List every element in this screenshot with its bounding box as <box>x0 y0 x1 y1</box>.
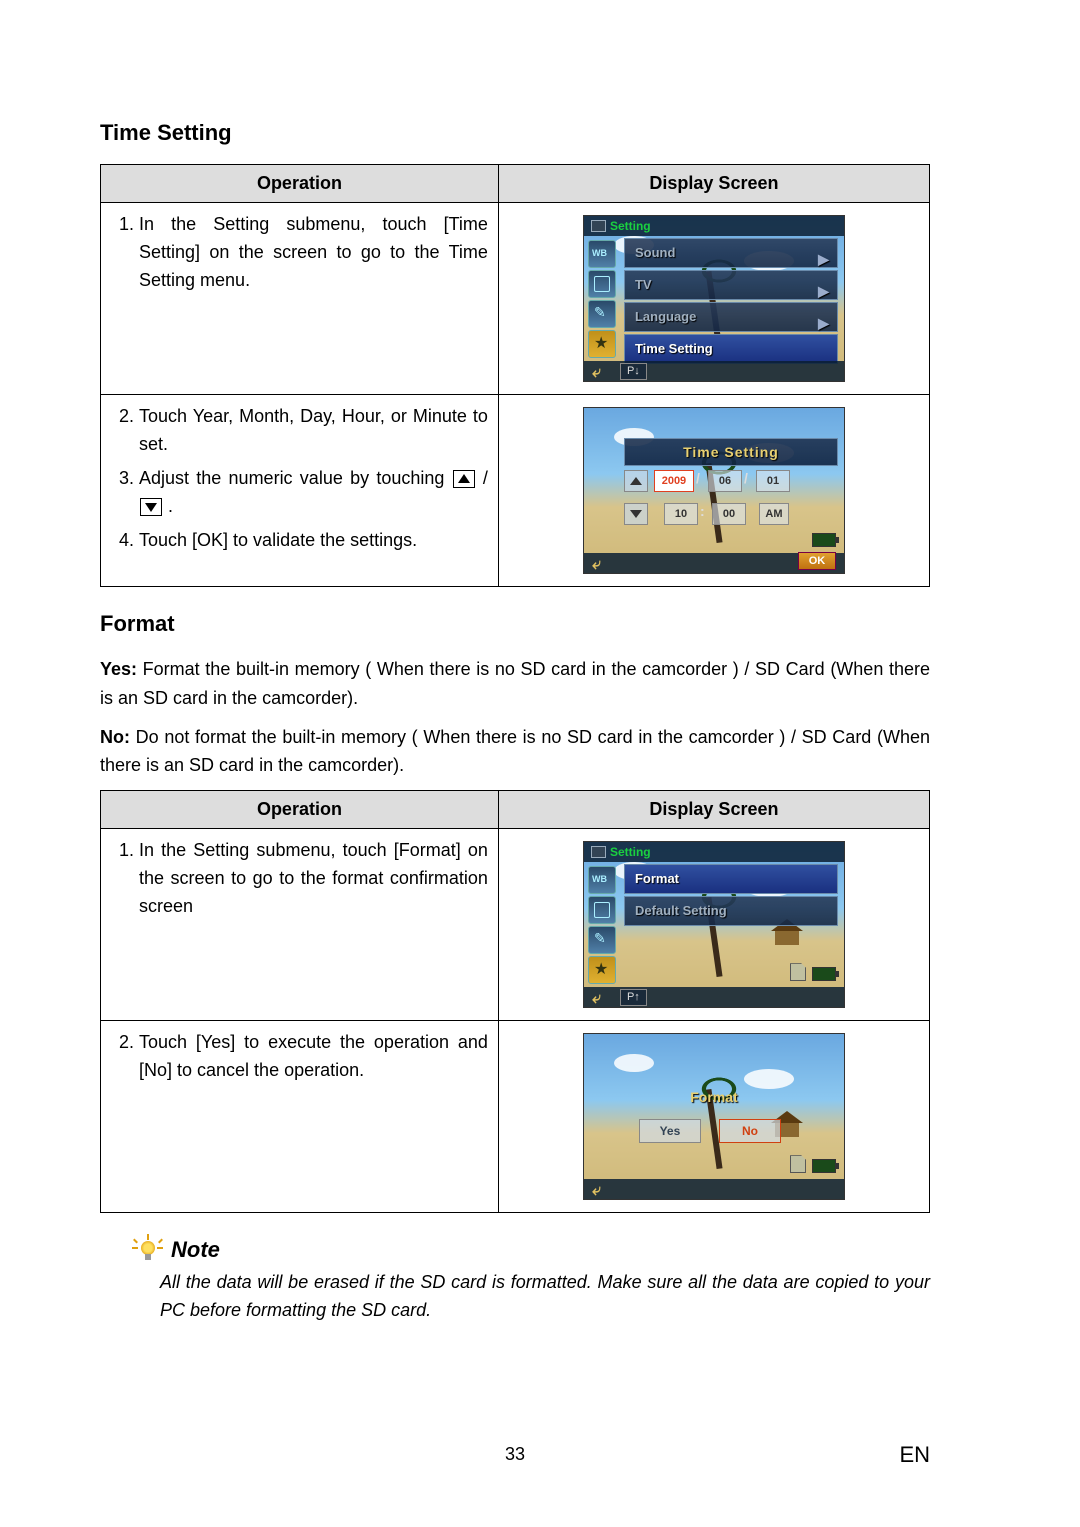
wb-icon <box>588 240 616 268</box>
minute-field[interactable]: 00 <box>712 503 746 525</box>
table-time-setting: Operation Display Screen In the Setting … <box>100 164 930 587</box>
screenshot-setting-menu: Setting Sound▶ TV▶ Language▶ Time Settin… <box>583 215 845 382</box>
fmt-step-1: In the Setting submenu, touch [Format] o… <box>139 837 488 921</box>
down-arrow-icon <box>140 498 162 516</box>
fmt-step-2: Touch [Yes] to execute the operation and… <box>139 1029 488 1085</box>
menu-item-format[interactable]: Format <box>624 864 838 894</box>
note-heading: Note <box>135 1237 930 1263</box>
th-display-screen: Display Screen <box>498 165 929 203</box>
effect-icon <box>588 300 616 328</box>
year-field[interactable]: 2009 <box>654 470 694 492</box>
sdcard-icon <box>790 963 806 981</box>
note-text: All the data will be erased if the SD ca… <box>160 1269 930 1325</box>
chevron-right-icon: ▶ <box>818 309 829 337</box>
menu-item-language[interactable]: Language▶ <box>624 302 838 332</box>
sdcard-icon <box>790 1155 806 1173</box>
screenshot-format-dialog: Format Yes No ⤶ <box>583 1033 845 1200</box>
dialog-title: Format <box>624 1089 804 1105</box>
scene-icon <box>588 270 616 298</box>
page-indicator[interactable]: P↓ <box>620 363 647 380</box>
window-icon <box>591 220 606 232</box>
back-icon[interactable]: ⤶ <box>592 556 601 574</box>
chevron-right-icon: ▶ <box>818 277 829 305</box>
screenshot-format-menu: Setting Format Default Setting ⤶ <box>583 841 845 1008</box>
format-no-text: No: Do not format the built-in memory ( … <box>100 723 930 781</box>
ts-step-4: Touch [OK] to validate the settings. <box>139 527 488 555</box>
ampm-field[interactable]: AM <box>759 503 789 525</box>
language-code: EN <box>899 1442 930 1468</box>
table-format: Operation Display Screen In the Setting … <box>100 790 930 1213</box>
th-display-screen: Display Screen <box>498 791 929 829</box>
hour-field[interactable]: 10 <box>664 503 698 525</box>
ts-step-3: Adjust the numeric value by touching / . <box>139 465 488 521</box>
menu-item-time-setting[interactable]: Time Setting <box>624 334 838 364</box>
month-field[interactable]: 06 <box>708 470 742 492</box>
time-setting-title: Time Setting <box>624 438 838 466</box>
setting-icon <box>588 330 616 358</box>
yes-button[interactable]: Yes <box>639 1119 701 1143</box>
page-number: 33 <box>100 1444 930 1465</box>
up-arrow-icon <box>453 470 475 488</box>
menu-title: Setting <box>584 842 844 862</box>
battery-icon <box>812 533 836 547</box>
lightbulb-icon <box>135 1237 161 1263</box>
heading-time-setting: Time Setting <box>100 120 930 146</box>
page-indicator[interactable]: P↑ <box>620 989 647 1006</box>
screenshot-time-setting: Time Setting 2009 / 06 / 01 10 : 00 AM <box>583 407 845 574</box>
heading-format: Format <box>100 611 930 637</box>
no-button[interactable]: No <box>719 1119 781 1143</box>
menu-title: Setting <box>584 216 844 236</box>
down-arrow-button[interactable] <box>624 503 648 525</box>
battery-icon <box>812 1159 836 1173</box>
menu-item-tv[interactable]: TV▶ <box>624 270 838 300</box>
th-operation: Operation <box>101 165 499 203</box>
back-icon[interactable]: ⤶ <box>592 1182 601 1200</box>
window-icon <box>591 846 606 858</box>
battery-icon <box>812 967 836 981</box>
setting-icon <box>588 956 616 984</box>
ok-button[interactable]: OK <box>798 552 836 570</box>
back-icon[interactable]: ⤶ <box>592 364 601 382</box>
format-yes-text: Yes: Format the built-in memory ( When t… <box>100 655 930 713</box>
effect-icon <box>588 926 616 954</box>
ts-step-2: Touch Year, Month, Day, Hour, or Minute … <box>139 403 488 459</box>
day-field[interactable]: 01 <box>756 470 790 492</box>
scene-icon <box>588 896 616 924</box>
menu-item-sound[interactable]: Sound▶ <box>624 238 838 268</box>
up-arrow-button[interactable] <box>624 470 648 492</box>
back-icon[interactable]: ⤶ <box>592 990 601 1008</box>
ts-step-1: In the Setting submenu, touch [Time Sett… <box>139 211 488 295</box>
th-operation: Operation <box>101 791 499 829</box>
wb-icon <box>588 866 616 894</box>
chevron-right-icon: ▶ <box>818 245 829 273</box>
menu-item-default-setting[interactable]: Default Setting <box>624 896 838 926</box>
